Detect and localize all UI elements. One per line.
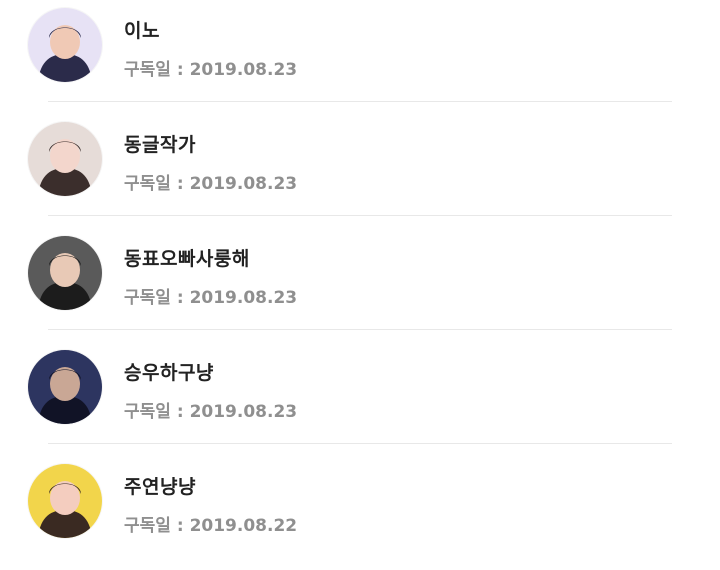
row-divider [48,443,672,444]
subscribe-date-label: 구독일 [124,402,171,422]
subscriber-row[interactable]: 이노구독일 : 2019.08.23 [0,0,720,114]
profile-photo-icon [28,122,102,196]
subscribe-date-value: 2019.08.23 [189,288,298,308]
subscriber-name: 동글작가 [124,134,196,156]
subscriber-row[interactable]: 승우하구냥구독일 : 2019.08.23 [0,342,720,456]
subscribe-date: 구독일 : 2019.08.23 [124,283,297,308]
subscribe-date-label: 구독일 [124,60,171,80]
subscriber-name: 동표오빠사룽해 [124,248,250,270]
subscribe-date: 구독일 : 2019.08.22 [124,511,297,536]
subscriber-name: 이노 [124,20,160,42]
subscribe-date: 구독일 : 2019.08.23 [124,55,297,80]
subscribe-date-value: 2019.08.23 [189,174,298,194]
row-divider [48,329,672,330]
avatar[interactable] [28,8,102,82]
profile-photo-icon [28,8,102,82]
subscribe-date-value: 2019.08.22 [189,516,298,536]
subscriber-row[interactable]: 동표오빠사룽해구독일 : 2019.08.23 [0,228,720,342]
subscribe-date-separator: : [170,516,190,536]
subscriber-name: 승우하구냥 [124,362,214,384]
subscriber-row[interactable]: 동글작가구독일 : 2019.08.23 [0,114,720,228]
profile-photo-icon [28,350,102,424]
row-divider [48,215,672,216]
subscriber-row[interactable]: 주연냥냥구독일 : 2019.08.22 [0,456,720,570]
subscribe-date-separator: : [170,288,190,308]
subscribe-date-value: 2019.08.23 [189,402,298,422]
subscribe-date-separator: : [170,402,190,422]
subscribe-date-label: 구독일 [124,516,171,536]
avatar[interactable] [28,350,102,424]
subscriber-name: 주연냥냥 [124,476,196,498]
subscribe-date-label: 구독일 [124,288,171,308]
row-divider [48,101,672,102]
profile-photo-icon [28,464,102,538]
profile-photo-icon [28,236,102,310]
subscribe-date-separator: : [170,60,190,80]
subscribe-date: 구독일 : 2019.08.23 [124,169,297,194]
subscribe-date: 구독일 : 2019.08.23 [124,397,297,422]
subscribe-date-label: 구독일 [124,174,171,194]
avatar[interactable] [28,464,102,538]
subscribe-date-separator: : [170,174,190,194]
subscribe-date-value: 2019.08.23 [189,60,298,80]
avatar[interactable] [28,236,102,310]
avatar[interactable] [28,122,102,196]
